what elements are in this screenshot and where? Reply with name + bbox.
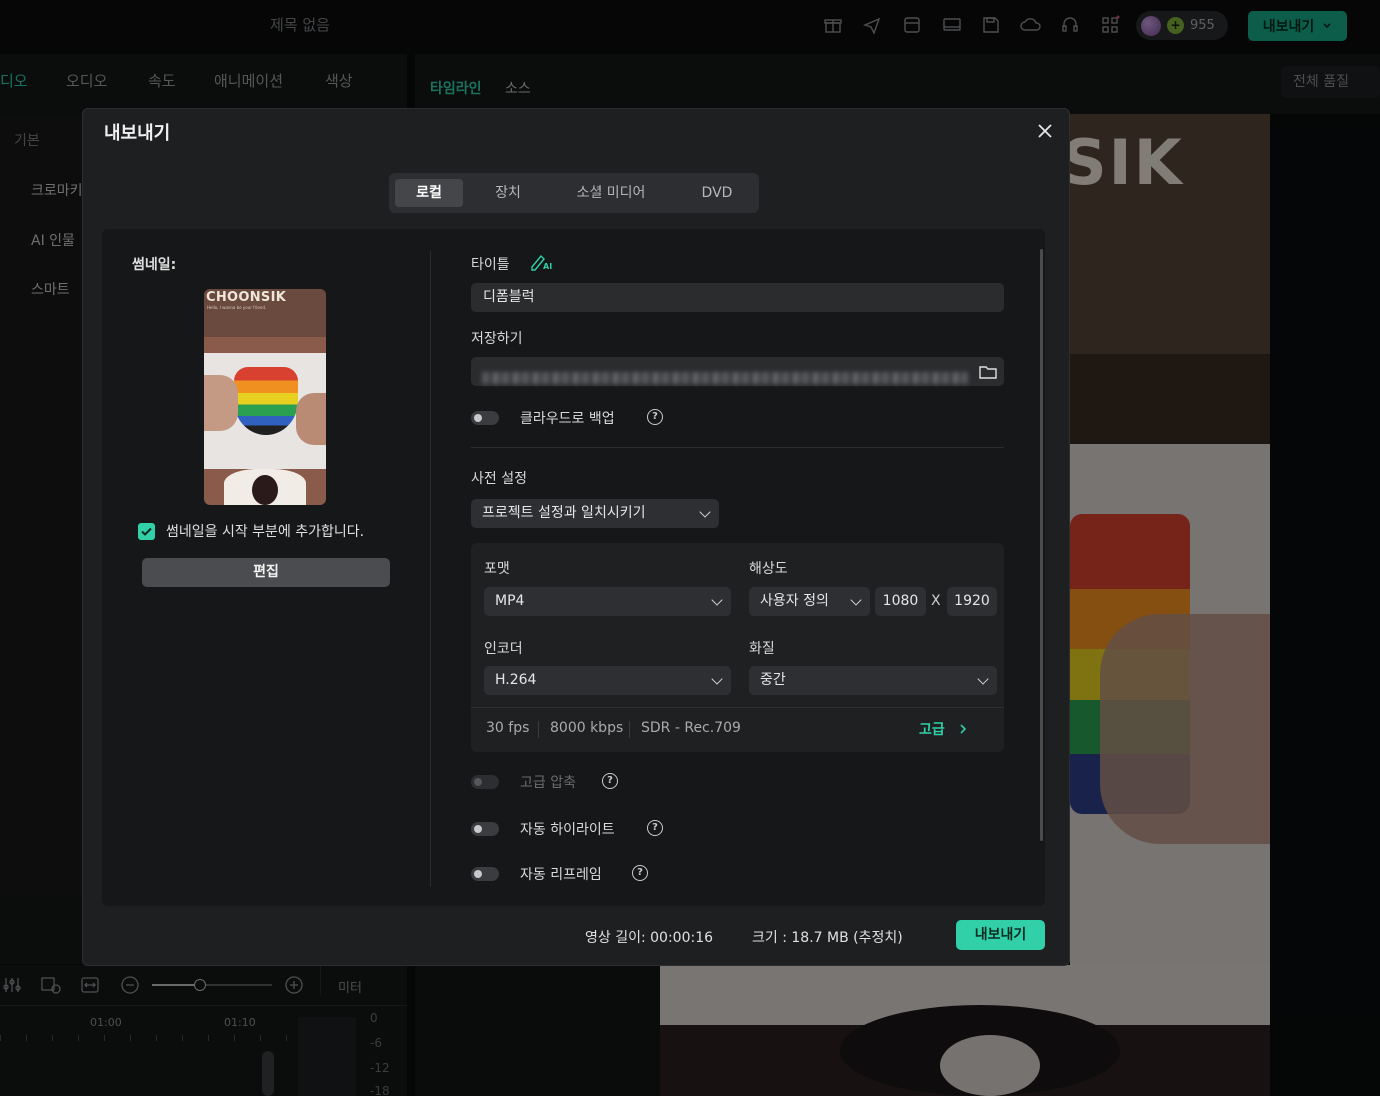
quality-label: 화질 (749, 641, 775, 657)
advanced-label: 고급 (919, 722, 945, 738)
fps-value: 30 fps (486, 720, 530, 736)
resolution-dropdown[interactable]: 사용자 정의 (749, 587, 870, 616)
auto-reframe-label: 자동 리프레임 (520, 867, 602, 883)
auto-reframe-toggle[interactable] (471, 867, 499, 881)
chevron-down-icon (711, 673, 723, 685)
file-size-estimate: 크기 : 18.7 MB (추정치) (752, 930, 903, 946)
divider (471, 447, 1004, 448)
quality-value: 중간 (760, 672, 786, 688)
advanced-compression-label: 고급 압축 (520, 775, 576, 791)
thumbnail-image[interactable]: CHOONSIK Hello, I wanna be your friend. (204, 289, 326, 505)
auto-highlight-label: 자동 하이라이트 (520, 822, 615, 838)
add-thumbnail-checkbox[interactable] (138, 523, 155, 540)
video-duration: 영상 길이: 00:00:16 (585, 930, 714, 946)
encoder-label: 인코더 (484, 641, 523, 657)
chevron-right-icon (960, 724, 966, 734)
export-body: 썸네일: CHOONSIK Hello, I wanna be your fri… (102, 229, 1045, 906)
chevron-down-icon (711, 594, 723, 606)
preset-dropdown[interactable]: 프로젝트 설정과 일치시키기 (471, 499, 719, 528)
preset-value: 프로젝트 설정과 일치시키기 (482, 505, 646, 521)
folder-icon[interactable] (978, 363, 998, 381)
color-space-value: SDR - Rec.709 (641, 720, 741, 736)
check-icon (141, 527, 152, 536)
help-icon[interactable]: ? (647, 409, 663, 425)
chevron-down-icon (699, 506, 711, 518)
ai-rename-icon[interactable]: AI (529, 251, 555, 271)
title-label: 타이틀 (471, 257, 510, 273)
thumbnail-caption: Hello, I wanna be your friend. (207, 305, 267, 310)
divider (538, 721, 539, 738)
resolution-x: X (931, 593, 941, 609)
help-icon[interactable]: ? (647, 820, 663, 836)
format-value: MP4 (495, 593, 525, 609)
dialog-title: 내보내기 (104, 123, 171, 144)
tab-dvd[interactable]: DVD (679, 179, 755, 207)
format-label: 포맷 (484, 561, 510, 577)
add-thumbnail-label: 썸네일을 시작 부분에 추가합니다. (166, 524, 365, 540)
divider (471, 707, 1004, 708)
thumbnail-label: 썸네일: (132, 257, 177, 273)
tab-local[interactable]: 로컬 (395, 179, 463, 207)
save-path-blurred (482, 372, 968, 384)
divider (629, 721, 630, 738)
encoder-value: H.264 (495, 672, 537, 688)
tab-device[interactable]: 장치 (473, 179, 543, 207)
export-dialog: 내보내기 로컬 장치 소셜 미디어 DVD 썸네일: CHOONSIK Hell… (82, 108, 1070, 966)
export-tabs: 로컬 장치 소셜 미디어 DVD (389, 173, 759, 213)
thumbnail-brand: CHOONSIK (206, 290, 287, 305)
preset-label: 사전 설정 (471, 471, 527, 487)
cloud-backup-toggle[interactable] (471, 411, 499, 425)
auto-highlight-toggle[interactable] (471, 822, 499, 836)
help-icon[interactable]: ? (632, 865, 648, 881)
encoder-dropdown[interactable]: H.264 (484, 666, 731, 695)
resolution-value: 사용자 정의 (760, 593, 829, 609)
advanced-settings-link[interactable]: 고급 (919, 719, 968, 739)
help-icon[interactable]: ? (602, 773, 618, 789)
scrollbar[interactable] (1040, 249, 1043, 841)
quality-dropdown[interactable]: 중간 (749, 666, 997, 695)
export-button[interactable]: 내보내기 (956, 920, 1045, 950)
save-label: 저장하기 (471, 331, 523, 347)
close-icon[interactable] (1033, 119, 1057, 143)
chevron-down-icon (977, 673, 989, 685)
cloud-backup-label: 클라우드로 백업 (520, 411, 615, 427)
edit-thumbnail-button[interactable]: 편집 (142, 558, 390, 587)
format-settings-box: 포맷 MP4 해상도 사용자 정의 1080 X 1920 인코더 H.264 … (471, 543, 1004, 752)
format-dropdown[interactable]: MP4 (484, 587, 731, 616)
chevron-down-icon (850, 594, 862, 606)
divider (430, 251, 431, 887)
resolution-label: 해상도 (749, 561, 788, 577)
resolution-width-input[interactable]: 1080 (875, 587, 926, 616)
bitrate-value: 8000 kbps (550, 720, 624, 736)
ai-badge: AI (543, 262, 552, 271)
resolution-height-input[interactable]: 1920 (947, 587, 997, 616)
tab-social-media[interactable]: 소셜 미디어 (559, 179, 663, 207)
title-input[interactable]: 디폼블럭 (471, 283, 1004, 312)
advanced-compression-toggle[interactable] (471, 775, 499, 789)
